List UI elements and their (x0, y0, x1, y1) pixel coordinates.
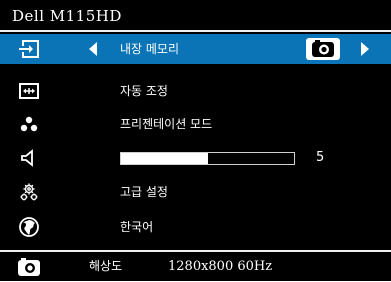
menu-item-auto-adjust[interactable]: 자동 조정 (0, 76, 391, 106)
resolution-label: 해상도 (89, 259, 123, 273)
menu-item-language[interactable]: 한국어 (0, 212, 391, 242)
menu-item-label: 내장 메모리 (120, 42, 180, 56)
menu-item-volume[interactable]: 5 (0, 143, 391, 173)
menu-item-presentation-mode[interactable]: 프리젠테이션 모드 (0, 109, 391, 139)
camera-icon (17, 256, 41, 278)
menu-item-label: 자동 조정 (120, 84, 168, 98)
auto-adjust-icon (18, 80, 40, 102)
language-globe-icon (18, 216, 40, 238)
input-source-icon (18, 38, 40, 60)
internal-memory-source-icon (306, 38, 340, 60)
projector-osd-menu: Dell M115HD 내장 메모리 자동 조정 프리젠테이션 모드 5 고급 … (0, 0, 391, 281)
volume-slider[interactable] (120, 152, 295, 165)
menu-item-advanced-settings[interactable]: 고급 설정 (0, 177, 391, 207)
menu-item-label: 프리젠테이션 모드 (120, 117, 213, 131)
status-bar: 해상도 1280x800 60Hz (0, 250, 391, 281)
menu-item-label: 한국어 (120, 220, 154, 234)
next-arrow-icon[interactable] (361, 42, 369, 56)
menu-item-input-source[interactable]: 내장 메모리 (0, 34, 391, 64)
presentation-mode-icon (18, 113, 40, 135)
advanced-settings-icon (18, 181, 40, 203)
volume-value: 5 (316, 150, 325, 165)
volume-icon (18, 147, 40, 169)
volume-slider-fill (121, 153, 208, 164)
menu-item-label: 고급 설정 (120, 185, 168, 199)
previous-arrow-icon[interactable] (89, 42, 97, 56)
osd-title: Dell M115HD (0, 0, 391, 32)
resolution-value: 1280x800 60Hz (168, 259, 273, 274)
